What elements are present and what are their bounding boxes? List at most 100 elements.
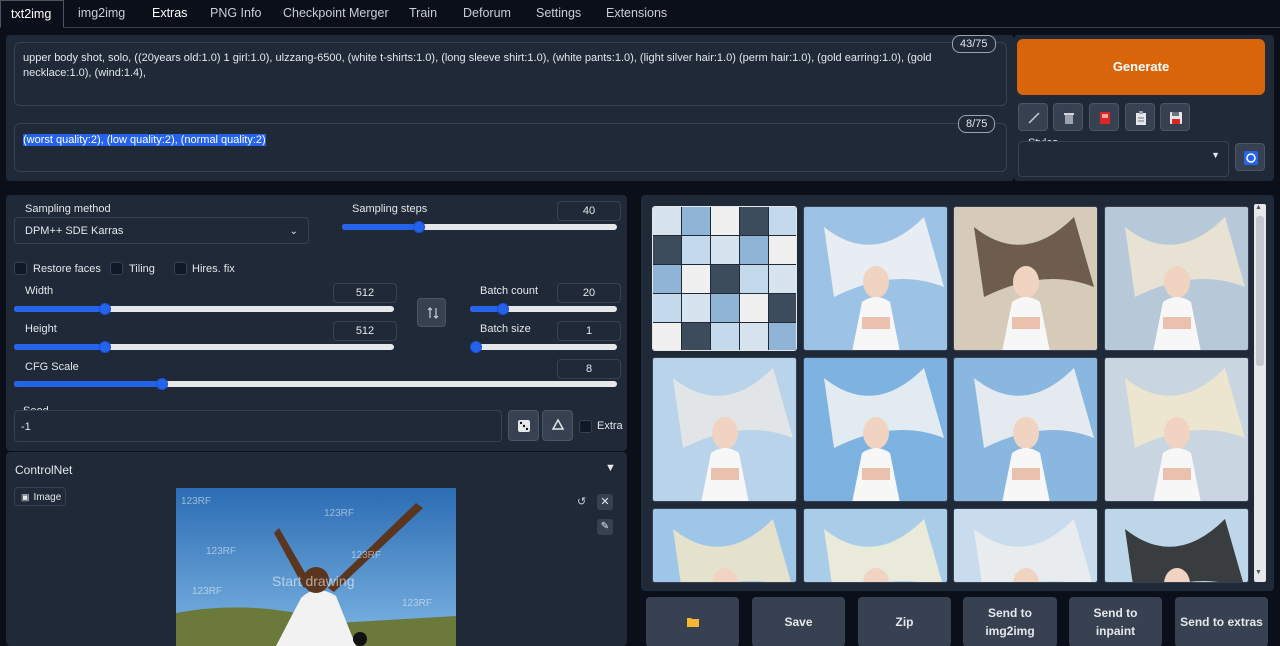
- gallery-thumbnail[interactable]: [652, 206, 797, 351]
- generate-button[interactable]: Generate: [1017, 39, 1265, 95]
- watermark: 123RF: [351, 550, 382, 561]
- gallery-thumbnail[interactable]: [953, 508, 1098, 583]
- hires-fix-checkbox[interactable]: [174, 262, 187, 275]
- reuse-seed-button[interactable]: [542, 410, 573, 441]
- watermark: 123RF: [402, 598, 433, 609]
- refresh-styles-button[interactable]: [1235, 143, 1265, 171]
- sampling-method-label: Sampling method: [25, 203, 111, 215]
- negative-prompt-token-counter: 8/75: [958, 115, 996, 133]
- tab-png-info[interactable]: PNG Info: [200, 0, 271, 28]
- gallery-thumbnail[interactable]: [1104, 508, 1249, 583]
- prompt-textarea[interactable]: upper body shot, solo, ((20years old:1.0…: [14, 42, 1007, 106]
- pencil-icon[interactable]: [1018, 103, 1048, 131]
- gallery-thumbnail[interactable]: [953, 206, 1098, 351]
- random-seed-button[interactable]: [508, 410, 539, 441]
- gallery-thumbnail[interactable]: [803, 206, 948, 351]
- cfg-scale-slider[interactable]: [14, 378, 617, 390]
- gallery-thumbnail[interactable]: [953, 357, 1098, 502]
- brush-icon[interactable]: ✎: [597, 519, 613, 535]
- extra-seed-label: Extra: [597, 420, 623, 432]
- swap-arrows-icon: [427, 307, 439, 319]
- seed-value: -1: [21, 421, 31, 433]
- watermark: 123RF: [324, 508, 355, 519]
- folder-icon: [686, 618, 699, 627]
- width-label: Width: [25, 285, 54, 297]
- gallery-thumbnail[interactable]: [1104, 357, 1249, 502]
- hires-fix-label: Hires. fix: [192, 263, 235, 275]
- batch-size-input[interactable]: 1: [557, 321, 621, 341]
- tab-checkpoint-merger[interactable]: Checkpoint Merger: [273, 0, 399, 28]
- controlnet-canvas[interactable]: 123RF 123RF 123RF 123RF 123RF 123RF Star…: [176, 488, 456, 646]
- sampling-steps-slider[interactable]: [342, 221, 617, 233]
- send-to-inpaint-line2: inpaint: [1095, 624, 1136, 638]
- restore-faces-checkbox[interactable]: [14, 262, 27, 275]
- watermark: 123RF: [192, 586, 223, 597]
- send-to-extras-button[interactable]: Send to extras: [1175, 597, 1268, 646]
- gallery-thumbnail[interactable]: [803, 357, 948, 502]
- tab-train[interactable]: Train: [399, 0, 447, 28]
- close-icon[interactable]: ✕: [597, 494, 613, 510]
- send-to-inpaint-button[interactable]: Send to inpaint: [1069, 597, 1162, 646]
- height-slider[interactable]: [14, 341, 394, 353]
- zip-button[interactable]: Zip: [858, 597, 951, 646]
- dice-icon: [518, 420, 530, 432]
- send-to-img2img-line2: img2img: [985, 624, 1035, 638]
- width-input[interactable]: 512: [333, 283, 397, 303]
- height-input[interactable]: 512: [333, 321, 397, 341]
- swap-dimensions-button[interactable]: [417, 298, 446, 327]
- controlnet-photo: [176, 488, 456, 646]
- gallery-thumbnail[interactable]: [652, 357, 797, 502]
- watermark: 123RF: [206, 546, 237, 557]
- sampling-method-dropdown[interactable]: DPM++ SDE Karras ⌄: [14, 217, 309, 244]
- trash-icon[interactable]: [1053, 103, 1083, 131]
- seed-input[interactable]: -1: [14, 410, 502, 442]
- sampling-steps-label: Sampling steps: [352, 203, 428, 215]
- scroll-down-icon[interactable]: ▼: [1255, 569, 1262, 576]
- batch-size-slider[interactable]: [470, 341, 617, 353]
- send-to-inpaint-line1: Send to: [1093, 606, 1138, 620]
- scroll-up-icon[interactable]: ▲: [1255, 204, 1262, 211]
- save-disk-icon[interactable]: [1160, 103, 1190, 131]
- image-tab-button[interactable]: ▣ Image: [14, 487, 66, 506]
- cfg-scale-input[interactable]: 8: [557, 359, 621, 379]
- tab-img2img[interactable]: img2img: [68, 0, 135, 28]
- batch-size-label: Batch size: [480, 323, 531, 335]
- batch-count-label: Batch count: [480, 285, 539, 297]
- image-tab-label: Image: [33, 492, 62, 503]
- styles-dropdown[interactable]: ▼: [1018, 141, 1229, 177]
- tab-extras[interactable]: Extras: [142, 0, 197, 28]
- tab-extensions[interactable]: Extensions: [596, 0, 677, 28]
- image-icon: ▣: [21, 492, 30, 502]
- extra-seed-checkbox[interactable]: [579, 420, 592, 433]
- gallery-thumbnail[interactable]: [1104, 206, 1249, 351]
- tab-deforum[interactable]: Deforum: [453, 0, 521, 28]
- sampling-method-value: DPM++ SDE Karras: [25, 225, 124, 237]
- watermark: 123RF: [181, 496, 212, 507]
- controlnet-title[interactable]: ControlNet: [15, 463, 72, 477]
- clipboard-icon[interactable]: [1125, 103, 1155, 131]
- sampling-steps-input[interactable]: 40: [557, 201, 621, 221]
- collapse-triangle-icon[interactable]: ▼: [605, 462, 616, 474]
- batch-count-input[interactable]: 20: [557, 283, 621, 303]
- gallery-scrollbar[interactable]: ▼ ▲: [1254, 204, 1266, 582]
- cfg-scale-label: CFG Scale: [25, 361, 79, 373]
- save-button[interactable]: Save: [752, 597, 845, 646]
- negative-prompt-text: (worst quality:2), (low quality:2), (nor…: [23, 134, 266, 146]
- tiling-checkbox[interactable]: [110, 262, 123, 275]
- gallery-thumbnail[interactable]: [652, 508, 797, 583]
- send-to-img2img-line1: Send to: [988, 606, 1032, 620]
- width-slider[interactable]: [14, 303, 394, 315]
- undo-icon[interactable]: ↺: [577, 495, 586, 508]
- send-to-img2img-button[interactable]: Send to img2img: [963, 597, 1057, 646]
- red-card-icon[interactable]: [1089, 103, 1119, 131]
- batch-count-slider[interactable]: [470, 303, 617, 315]
- open-folder-button[interactable]: [646, 597, 739, 646]
- tab-txt2img[interactable]: txt2img: [0, 0, 64, 28]
- tab-settings[interactable]: Settings: [526, 0, 591, 28]
- start-drawing-overlay: Start drawing: [272, 573, 355, 589]
- refresh-icon: [1244, 151, 1258, 165]
- chevron-down-icon: ⌄: [289, 226, 298, 237]
- scrollbar-thumb[interactable]: [1256, 216, 1264, 366]
- gallery-thumbnail[interactable]: [803, 508, 948, 583]
- negative-prompt-textarea[interactable]: (worst quality:2), (low quality:2), (nor…: [14, 123, 1007, 172]
